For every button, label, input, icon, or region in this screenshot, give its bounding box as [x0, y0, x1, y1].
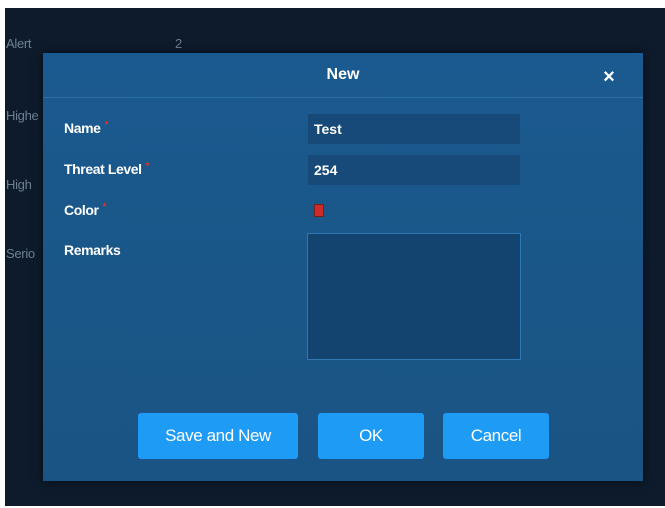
background-label-highe: Highe	[6, 108, 39, 123]
threat-level-input[interactable]	[308, 155, 520, 185]
background-label-high: High	[6, 177, 32, 192]
new-dialog: New × Name* Threat Level* Color* Remarks…	[43, 53, 643, 481]
background-label-alert: Alert	[6, 36, 32, 51]
ok-button[interactable]: OK	[318, 413, 424, 459]
required-mark: *	[102, 202, 107, 213]
color-label-text: Color	[64, 202, 99, 218]
color-label: Color *	[64, 202, 106, 218]
name-label-text: Name	[64, 120, 101, 136]
threat-level-label-text: Threat Level	[64, 161, 142, 177]
remarks-label: Remarks	[64, 242, 121, 258]
remarks-textarea[interactable]	[307, 233, 521, 360]
close-icon[interactable]: ×	[597, 65, 621, 89]
required-mark: *	[145, 161, 150, 172]
color-picker-swatch[interactable]	[314, 204, 324, 217]
cancel-button[interactable]: Cancel	[443, 413, 549, 459]
save-and-new-button[interactable]: Save and New	[138, 413, 298, 459]
name-input[interactable]	[308, 114, 520, 144]
background-value-alert: 2	[175, 36, 183, 51]
background-label-serio: Serio	[6, 246, 35, 261]
required-mark: *	[104, 120, 109, 131]
remarks-label-text: Remarks	[64, 242, 121, 258]
dialog-title: New	[326, 66, 360, 83]
threat-level-label: Threat Level *	[64, 161, 150, 177]
name-label: Name *	[64, 120, 108, 136]
dialog-header: New ×	[43, 53, 643, 98]
